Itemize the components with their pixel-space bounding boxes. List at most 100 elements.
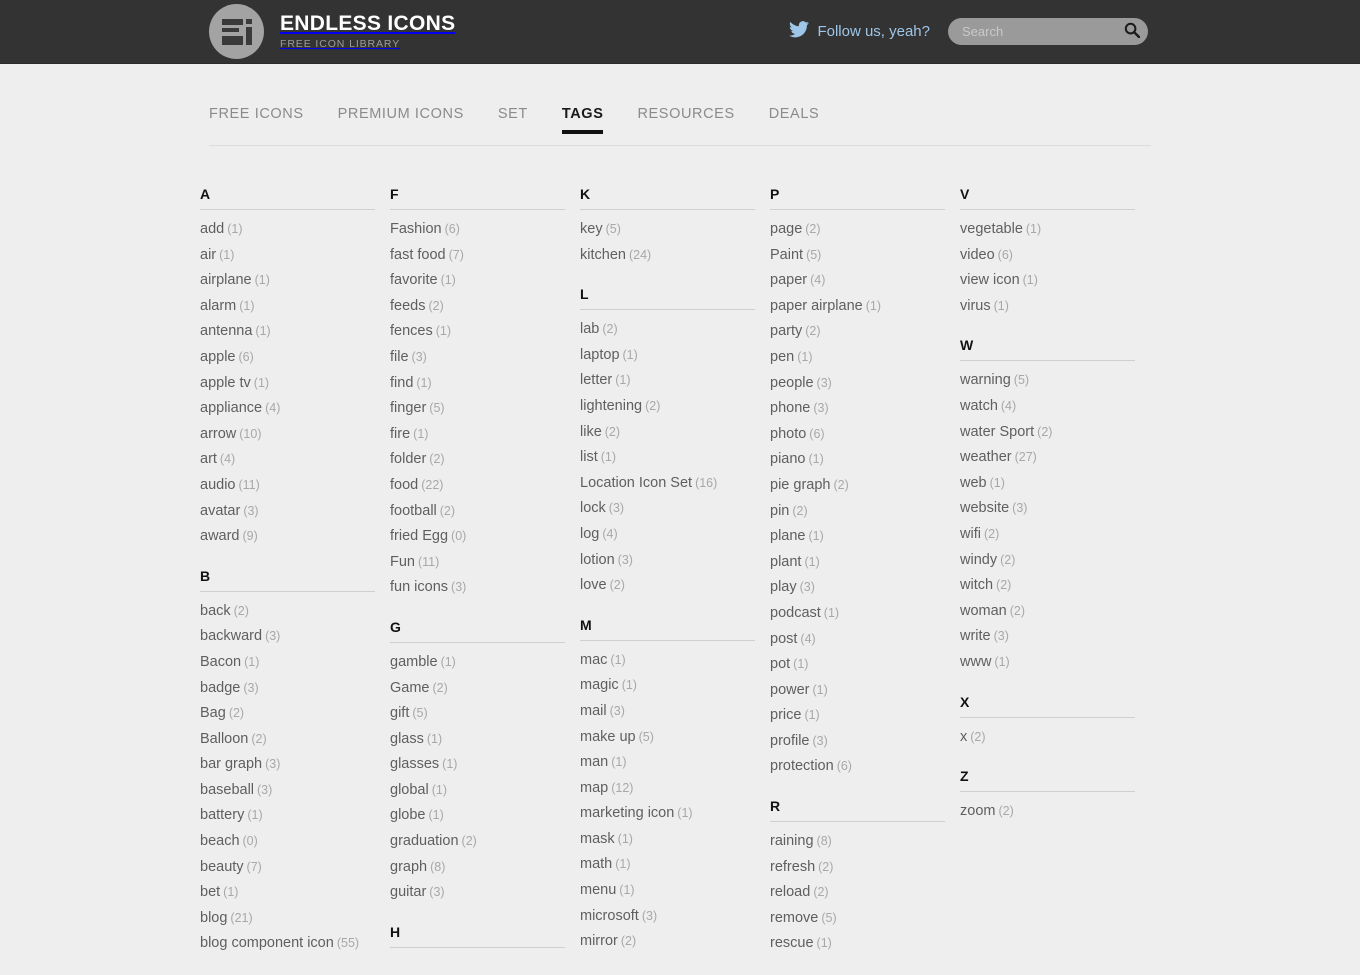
tag-link[interactable]: witch (960, 577, 993, 593)
tag-link[interactable]: price (770, 707, 801, 723)
tag-link[interactable]: lab (580, 321, 599, 337)
nav-item-premium-icons[interactable]: PREMIUM ICONS (338, 106, 464, 133)
tag-link[interactable]: globe (390, 807, 425, 823)
nav-item-free-icons[interactable]: FREE ICONS (209, 106, 304, 133)
tag-link[interactable]: mask (580, 831, 615, 847)
tag-link[interactable]: key (580, 221, 603, 237)
tag-link[interactable]: power (770, 682, 810, 698)
tag-link[interactable]: glasses (390, 756, 439, 772)
tag-link[interactable]: folder (390, 451, 426, 467)
tag-link[interactable]: award (200, 528, 240, 544)
tag-link[interactable]: paper (770, 272, 807, 288)
tag-link[interactable]: web (960, 475, 987, 491)
tag-link[interactable]: add (200, 221, 224, 237)
tag-link[interactable]: antenna (200, 323, 252, 339)
tag-link[interactable]: play (770, 579, 797, 595)
tag-link[interactable]: global (390, 782, 429, 798)
tag-link[interactable]: graph (390, 859, 427, 875)
tag-link[interactable]: woman (960, 603, 1007, 619)
tag-link[interactable]: bet (200, 884, 220, 900)
tag-link[interactable]: beach (200, 833, 240, 849)
tag-link[interactable]: kitchen (580, 247, 626, 263)
tag-link[interactable]: pin (770, 503, 789, 519)
tag-link[interactable]: Bacon (200, 654, 241, 670)
tag-link[interactable]: fun icons (390, 579, 448, 595)
tag-link[interactable]: make up (580, 729, 636, 745)
tag-link[interactable]: x (960, 729, 967, 745)
tag-link[interactable]: letter (580, 372, 612, 388)
tag-link[interactable]: Location Icon Set (580, 475, 692, 491)
tag-link[interactable]: finger (390, 400, 426, 416)
tag-link[interactable]: airplane (200, 272, 252, 288)
tag-link[interactable]: baseball (200, 782, 254, 798)
tag-link[interactable]: party (770, 323, 802, 339)
brand-home-link[interactable]: ENDLESS ICONS FREE ICON LIBRARY (209, 4, 455, 59)
tag-link[interactable]: battery (200, 807, 244, 823)
tag-link[interactable]: water Sport (960, 424, 1034, 440)
tag-link[interactable]: pen (770, 349, 794, 365)
tag-link[interactable]: blog component icon (200, 935, 334, 951)
tag-link[interactable]: log (580, 526, 599, 542)
tag-link[interactable]: Bag (200, 705, 226, 721)
tag-link[interactable]: photo (770, 426, 806, 442)
tag-link[interactable]: rescue (770, 935, 814, 951)
tag-link[interactable]: vegetable (960, 221, 1023, 237)
tag-link[interactable]: watch (960, 398, 998, 414)
tag-link[interactable]: avatar (200, 503, 240, 519)
tag-link[interactable]: gamble (390, 654, 438, 670)
tag-link[interactable]: warning (960, 372, 1011, 388)
tag-link[interactable]: video (960, 247, 995, 263)
tag-link[interactable]: guitar (390, 884, 426, 900)
tag-link[interactable]: reload (770, 884, 810, 900)
tag-link[interactable]: plant (770, 554, 801, 570)
tag-link[interactable]: raining (770, 833, 814, 849)
tag-link[interactable]: blog (200, 910, 227, 926)
nav-item-resources[interactable]: RESOURCES (637, 106, 734, 133)
twitter-follow-link[interactable]: Follow us, yeah? (789, 21, 930, 42)
nav-item-set[interactable]: SET (498, 106, 528, 133)
tag-link[interactable]: art (200, 451, 217, 467)
tag-link[interactable]: refresh (770, 859, 815, 875)
tag-link[interactable]: plane (770, 528, 805, 544)
tag-link[interactable]: fire (390, 426, 410, 442)
tag-link[interactable]: windy (960, 552, 997, 568)
tag-link[interactable]: feeds (390, 298, 425, 314)
tag-link[interactable]: find (390, 375, 413, 391)
tag-link[interactable]: podcast (770, 605, 821, 621)
tag-link[interactable]: page (770, 221, 802, 237)
tag-link[interactable]: apple tv (200, 375, 251, 391)
tag-link[interactable]: food (390, 477, 418, 493)
tag-link[interactable]: air (200, 247, 216, 263)
tag-link[interactable]: love (580, 577, 607, 593)
tag-link[interactable]: pie graph (770, 477, 830, 493)
tag-link[interactable]: people (770, 375, 814, 391)
tag-link[interactable]: beauty (200, 859, 244, 875)
tag-link[interactable]: list (580, 449, 598, 465)
tag-link[interactable]: Paint (770, 247, 803, 263)
tag-link[interactable]: mirror (580, 933, 618, 949)
tag-link[interactable]: favorite (390, 272, 438, 288)
tag-link[interactable]: bar graph (200, 756, 262, 772)
tag-link[interactable]: like (580, 424, 602, 440)
tag-link[interactable]: protection (770, 758, 834, 774)
tag-link[interactable]: paper airplane (770, 298, 863, 314)
tag-link[interactable]: view icon (960, 272, 1020, 288)
tag-link[interactable]: arrow (200, 426, 236, 442)
tag-link[interactable]: glass (390, 731, 424, 747)
tag-link[interactable]: weather (960, 449, 1012, 465)
tag-link[interactable]: wifi (960, 526, 981, 542)
tag-link[interactable]: virus (960, 298, 991, 314)
tag-link[interactable]: www (960, 654, 991, 670)
tag-link[interactable]: graduation (390, 833, 459, 849)
tag-link[interactable]: post (770, 631, 797, 647)
search-submit-button[interactable] (1121, 21, 1142, 42)
tag-link[interactable]: mail (580, 703, 607, 719)
tag-link[interactable]: back (200, 603, 231, 619)
tag-link[interactable]: mac (580, 652, 607, 668)
tag-link[interactable]: man (580, 754, 608, 770)
tag-link[interactable]: lotion (580, 552, 615, 568)
tag-link[interactable]: football (390, 503, 437, 519)
tag-link[interactable]: alarm (200, 298, 236, 314)
tag-link[interactable]: laptop (580, 347, 620, 363)
tag-link[interactable]: zoom (960, 803, 995, 819)
